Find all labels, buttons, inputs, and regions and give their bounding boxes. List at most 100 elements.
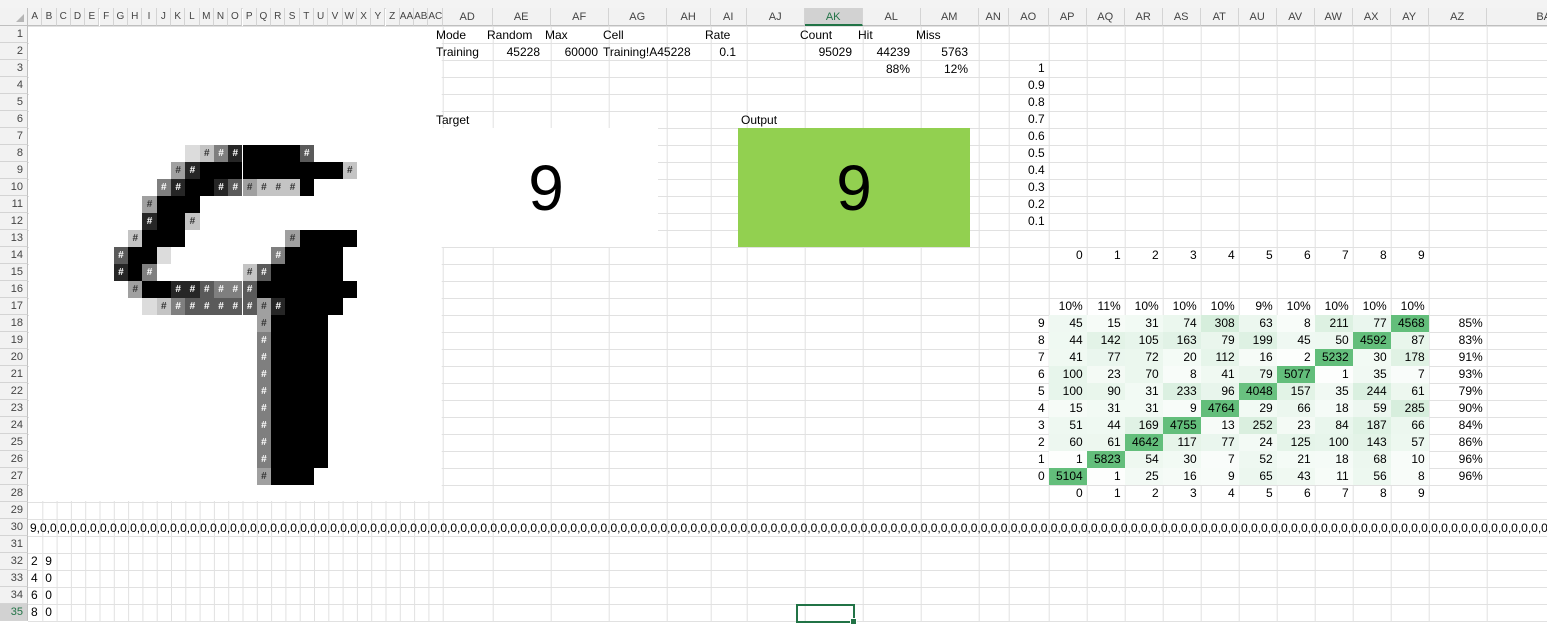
pixel-cell: # [256, 383, 272, 400]
pixel-cell [299, 230, 314, 247]
pixel-cell: # [256, 434, 272, 451]
pixel-cell [285, 162, 300, 179]
pixel-cell [314, 383, 329, 400]
pixel-cell: # [185, 162, 200, 179]
pixel-cell [314, 434, 329, 451]
rate-header: Rate [705, 28, 731, 42]
matrix-cell: 15 [1048, 400, 1087, 417]
matrix-cell: 31 [1124, 315, 1163, 332]
pixel-cell [271, 162, 286, 179]
pixel-cell [299, 451, 314, 468]
matrix-row-label: 6 [1038, 367, 1045, 381]
pixel-cell [314, 298, 329, 315]
pixel-cell: # [156, 298, 171, 315]
pixel-cell: # [142, 264, 157, 281]
pixel-cell [299, 400, 314, 417]
matrix-cell: 8 [1162, 366, 1201, 383]
matrix-cell: 66 [1276, 400, 1315, 417]
pixel-cell: # [256, 264, 272, 281]
pixel-cell: # [256, 179, 272, 196]
bottom-digit-label: 8 [1380, 486, 1387, 500]
column-percent: 10% [1324, 299, 1349, 313]
matrix-row-label: 3 [1038, 418, 1045, 432]
random-header: Random [487, 28, 533, 42]
pixel-cell: # [228, 298, 243, 315]
matrix-row-label: 5 [1038, 384, 1045, 398]
hit-value: 44239 [876, 45, 910, 59]
matrix-cell: 24 [1238, 434, 1277, 451]
pixel-cell: # [199, 145, 214, 162]
matrix-cell: 252 [1238, 417, 1277, 434]
bottom-digit-label: 0 [1076, 486, 1083, 500]
digit-canvas-area [29, 27, 442, 501]
matrix-cell: 4755 [1162, 417, 1201, 434]
pixel-cell: # [171, 281, 186, 298]
row-accuracy: 90% [1458, 401, 1483, 415]
matrix-cell: 105 [1124, 332, 1163, 349]
pixel-cell [299, 349, 314, 366]
matrix-cell: 29 [1238, 400, 1277, 417]
pixel-cell [142, 298, 157, 315]
pixel-cell [271, 417, 286, 434]
column-percent: 10% [1134, 299, 1159, 313]
small-table-cell: 2 [31, 554, 38, 568]
matrix-cell: 21 [1276, 451, 1315, 468]
matrix-cell: 9 [1162, 400, 1201, 417]
matrix-cell: 8 [1276, 315, 1315, 332]
pixel-cell [285, 434, 300, 451]
pixel-cell [271, 400, 286, 417]
row-accuracy: 79% [1458, 384, 1483, 398]
scale-label: 0.1 [1028, 214, 1045, 228]
pixel-cell [314, 230, 329, 247]
pixel-cell: # [171, 179, 186, 196]
small-table-cell: 0 [45, 571, 52, 585]
pixel-cell: # [128, 281, 143, 298]
matrix-row-label: 0 [1038, 469, 1045, 483]
pixel-cell [328, 162, 343, 179]
matrix-cell: 8 [1390, 468, 1429, 485]
matrix-cell: 4568 [1390, 315, 1429, 332]
output-digit: 9 [836, 151, 872, 224]
pixel-cell [299, 434, 314, 451]
matrix-cell: 20 [1162, 349, 1201, 366]
matrix-cell: 16 [1238, 349, 1277, 366]
row-accuracy: 84% [1458, 418, 1483, 432]
matrix-cell: 13 [1200, 417, 1239, 434]
pixel-cell: # [256, 451, 272, 468]
pixel-cell [271, 383, 286, 400]
matrix-cell: 4048 [1238, 383, 1277, 400]
matrix-cell: 5077 [1276, 366, 1315, 383]
pixel-cell: # [242, 281, 257, 298]
matrix-cell: 35 [1314, 383, 1353, 400]
matrix-cell: 87 [1390, 332, 1429, 349]
top-digit-label: 0 [1076, 248, 1083, 262]
pixel-cell [285, 451, 300, 468]
matrix-cell: 157 [1276, 383, 1315, 400]
pixel-cell: # [242, 264, 257, 281]
matrix-cell: 44 [1048, 332, 1087, 349]
matrix-cell: 74 [1162, 315, 1201, 332]
pixel-cell: # [256, 468, 272, 485]
pixel-cell [171, 230, 186, 247]
miss-percent: 12% [943, 62, 968, 76]
matrix-cell: 35 [1352, 366, 1391, 383]
pixel-cell [271, 366, 286, 383]
matrix-cell: 308 [1200, 315, 1239, 332]
pixel-cell [271, 145, 286, 162]
matrix-cell: 43 [1276, 468, 1315, 485]
matrix-row-label: 4 [1038, 401, 1045, 415]
hit-header: Hit [858, 28, 873, 42]
pixel-cell [314, 366, 329, 383]
matrix-cell: 30 [1352, 349, 1391, 366]
matrix-cell: 112 [1200, 349, 1239, 366]
active-cell[interactable] [796, 604, 857, 625]
pixel-cell: # [342, 162, 357, 179]
small-table-cell: 4 [31, 571, 38, 585]
matrix-cell: 1 [1048, 451, 1087, 468]
pixel-cell [299, 298, 314, 315]
pixel-cell [299, 417, 314, 434]
matrix-row-label: 8 [1038, 333, 1045, 347]
pixel-cell [285, 332, 300, 349]
matrix-cell: 70 [1124, 366, 1163, 383]
matrix-cell: 244 [1352, 383, 1391, 400]
